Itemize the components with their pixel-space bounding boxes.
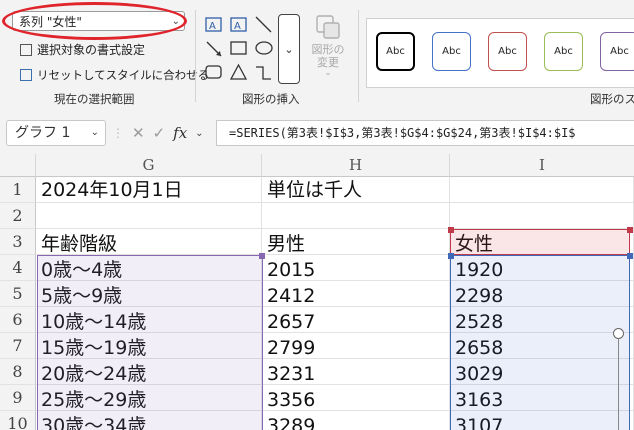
cell-i6[interactable]: 2528: [450, 307, 634, 333]
cell-h6[interactable]: 2657: [262, 307, 450, 333]
chart-element-selector-value: 系列 "女性": [19, 15, 82, 29]
row-header[interactable]: 4: [0, 255, 36, 281]
cell-h5[interactable]: 2412: [262, 281, 450, 307]
worksheet-grid[interactable]: G H I 1 2 3 4 5 6 7 8 9 10 2024年10月1日 単位…: [0, 154, 634, 430]
shape-style-green[interactable]: Abc: [544, 32, 583, 71]
reset-to-match-style-button[interactable]: リセットしてスタイルに合わせる: [20, 67, 209, 83]
row-header[interactable]: 7: [0, 333, 36, 359]
change-shape-button[interactable]: 図形の変更 ⌄: [308, 14, 348, 80]
cell-i5[interactable]: 2298: [450, 281, 634, 307]
change-shape-icon: [316, 15, 340, 39]
chevron-down-icon[interactable]: ⌄: [195, 128, 203, 139]
cell-i10[interactable]: 3107: [450, 411, 634, 430]
cell-h1[interactable]: 単位は千人: [262, 177, 450, 203]
style-sample-text: Abc: [554, 46, 573, 57]
divider: [358, 10, 359, 102]
cell-i3[interactable]: 女性: [450, 229, 634, 255]
group-label-shape-styles: 図形のス: [590, 92, 634, 106]
cell-g8[interactable]: 20歳～24歳: [36, 359, 262, 385]
shapes-gallery-icons: A A: [205, 16, 273, 80]
divider: [195, 10, 196, 102]
cell-h10[interactable]: 3289: [262, 411, 450, 430]
style-sample-text: Abc: [610, 46, 629, 57]
cell-g5[interactable]: 5歳～9歳: [36, 281, 262, 307]
style-sample-text: Abc: [442, 46, 461, 57]
chart-resize-handle[interactable]: [613, 328, 624, 339]
insert-function-button[interactable]: fx: [173, 124, 187, 142]
cell-h3[interactable]: 男性: [262, 229, 450, 255]
row-header[interactable]: 5: [0, 281, 36, 307]
shape-style-black[interactable]: Abc: [376, 32, 415, 71]
row-header[interactable]: 2: [0, 203, 36, 229]
row-header[interactable]: 6: [0, 307, 36, 333]
style-sample-text: Abc: [386, 46, 405, 57]
row-header[interactable]: 10: [0, 411, 36, 430]
cell-g10[interactable]: 30歳～34歳: [36, 411, 262, 430]
cell-h9[interactable]: 3356: [262, 385, 450, 411]
column-header-i[interactable]: I: [450, 154, 634, 177]
reset-style-label: リセットしてスタイルに合わせる: [37, 68, 210, 82]
chevron-down-icon: ⌄: [284, 43, 294, 56]
style-sample-text: Abc: [498, 46, 517, 57]
select-all-corner[interactable]: [0, 154, 36, 177]
cell-g7[interactable]: 15歳～19歳: [36, 333, 262, 359]
formula-bar: グラフ 1 ⌄ ⋮ ✕ ✓ fx ⌄ =SERIES(第3表!$I$3,第3表!…: [0, 110, 634, 154]
range-handle[interactable]: [627, 227, 633, 233]
formula-bar-icons: ⋮ ✕ ✓ fx ⌄: [112, 120, 212, 146]
range-handle[interactable]: [627, 253, 633, 259]
cell-h8[interactable]: 3231: [262, 359, 450, 385]
shape-style-red[interactable]: Abc: [488, 32, 527, 71]
cell-i4[interactable]: 1920: [450, 255, 634, 281]
column-header-g[interactable]: G: [36, 154, 262, 177]
cell-i2[interactable]: [450, 203, 634, 229]
cell-g3[interactable]: 年齢階級: [36, 229, 262, 255]
shape-style-blue[interactable]: Abc: [432, 32, 471, 71]
cell-g1[interactable]: 2024年10月1日: [36, 177, 262, 203]
cell-g6[interactable]: 10歳～14歳: [36, 307, 262, 333]
shapes-gallery-more-button[interactable]: ⌄: [278, 14, 300, 84]
chevron-down-icon[interactable]: ⌄: [172, 12, 180, 32]
row-header[interactable]: 8: [0, 359, 36, 385]
chart-border: [618, 339, 619, 430]
drag-handle-icon[interactable]: ⋮: [112, 126, 124, 140]
change-shape-label: 図形の変更: [311, 43, 345, 69]
row-header[interactable]: 1: [0, 177, 36, 203]
name-box-value: グラフ 1: [15, 125, 71, 141]
svg-text:A: A: [234, 21, 241, 32]
format-selection-icon: [20, 43, 32, 56]
shape-styles-gallery[interactable]: Abc Abc Abc Abc Abc: [366, 18, 634, 88]
formula-input[interactable]: =SERIES(第3表!$I$3,第3表!$G$4:$G$24,第3表!$I$4…: [216, 120, 634, 146]
cell-h2[interactable]: [262, 203, 450, 229]
cell-i9[interactable]: 3163: [450, 385, 634, 411]
shape-style-purple[interactable]: Abc: [600, 32, 634, 71]
column-header-h[interactable]: H: [262, 154, 450, 177]
enter-icon[interactable]: ✓: [153, 124, 166, 142]
svg-text:A: A: [209, 21, 216, 32]
group-label-current-selection: 現在の選択範囲: [54, 92, 135, 106]
cell-h4[interactable]: 2015: [262, 255, 450, 281]
cell-i8[interactable]: 3029: [450, 359, 634, 385]
range-handle[interactable]: [448, 227, 454, 233]
cell-h7[interactable]: 2799: [262, 333, 450, 359]
cell-i7[interactable]: 2658: [450, 333, 634, 359]
chart-element-selector[interactable]: 系列 "女性" ⌄: [12, 11, 185, 31]
reset-style-icon: [20, 69, 32, 81]
cell-g9[interactable]: 25歳～29歳: [36, 385, 262, 411]
row-header[interactable]: 3: [0, 229, 36, 255]
name-box[interactable]: グラフ 1 ⌄: [6, 120, 106, 146]
cell-g4[interactable]: 0歳～4歳: [36, 255, 262, 281]
format-selection-button[interactable]: 選択対象の書式設定: [20, 41, 145, 58]
range-handle[interactable]: [448, 253, 454, 259]
cancel-icon[interactable]: ✕: [132, 124, 145, 142]
ribbon: 系列 "女性" ⌄ 選択対象の書式設定 リセットしてスタイルに合わせる 現在の選…: [0, 0, 634, 111]
range-handle[interactable]: [259, 253, 265, 259]
chevron-down-icon[interactable]: ⌄: [91, 121, 99, 145]
group-label-insert-shapes: 図形の挿入: [242, 92, 300, 106]
cell-i1[interactable]: [450, 177, 634, 203]
format-selection-label: 選択対象の書式設定: [37, 43, 146, 57]
chevron-down-icon: ⌄: [324, 68, 332, 78]
cell-g2[interactable]: [36, 203, 262, 229]
row-header[interactable]: 9: [0, 385, 36, 411]
